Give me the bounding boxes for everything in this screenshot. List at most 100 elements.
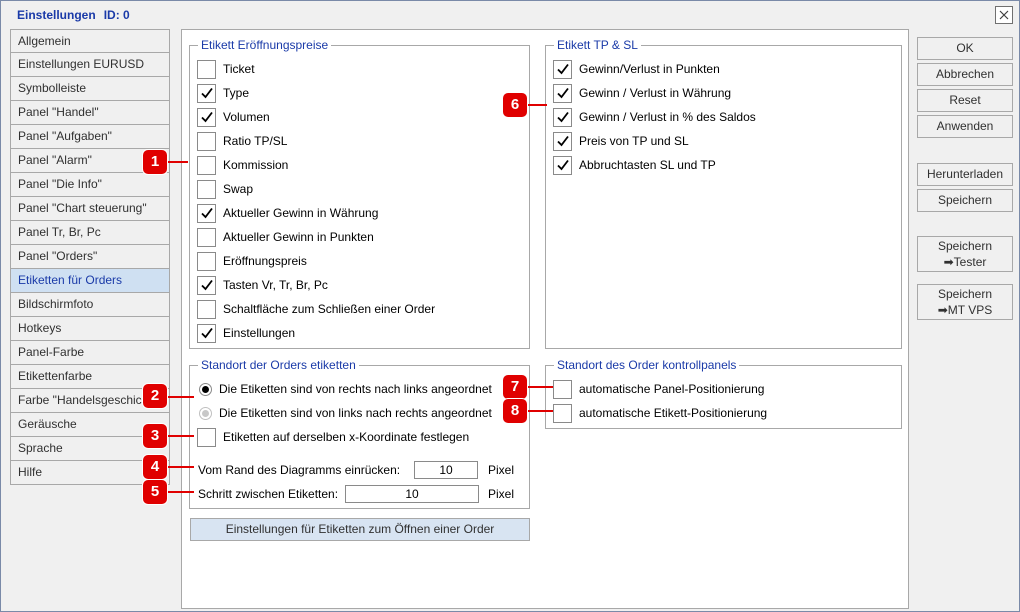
step-input[interactable]: 10 <box>345 485 479 503</box>
checkbox[interactable] <box>553 131 572 151</box>
radio-left-to-right-row[interactable]: Die Etiketten sind von links nach rechts… <box>199 403 492 423</box>
control-panel-location-group: Standort des Order kontrollpanels automa… <box>545 358 902 429</box>
sidebar-item[interactable]: Panel "Orders" <box>10 245 170 269</box>
checkbox-row[interactable]: Ticket <box>197 59 255 79</box>
opening-prices-legend: Etikett Eröffnungspreise <box>198 38 332 52</box>
checkbox-row[interactable]: Aktueller Gewinn in Punkten <box>197 227 374 247</box>
checkbox[interactable] <box>553 107 572 127</box>
checkbox[interactable] <box>197 59 216 79</box>
same-x-label: Etiketten auf derselben x-Koordinate fes… <box>223 430 470 444</box>
checkbox[interactable] <box>553 155 572 175</box>
checkbox[interactable] <box>197 323 216 343</box>
indent-unit: Pixel <box>488 463 515 477</box>
opening-prices-group: Etikett Eröffnungspreise Ticket Type Volum… <box>189 38 530 349</box>
checkbox[interactable] <box>197 179 216 199</box>
checkbox-row[interactable]: Aktueller Gewinn in Währung <box>197 203 378 223</box>
sidebar-item[interactable]: Panel "Die Info" <box>10 173 170 197</box>
callout-4-badge: 4 <box>143 455 167 479</box>
checkbox[interactable] <box>197 203 216 223</box>
checkbox[interactable] <box>197 227 216 247</box>
checkbox-row[interactable]: Gewinn / Verlust in Währung <box>553 83 731 103</box>
sidebar-item[interactable]: Hotkeys <box>10 317 170 341</box>
sidebar-item[interactable]: Panel Tr, Br, Pc <box>10 221 170 245</box>
callout-2-line <box>166 396 194 398</box>
indent-label: Vom Rand des Diagramms einrücken: <box>198 463 401 477</box>
cancel-button[interactable]: Abbrechen <box>917 63 1013 86</box>
checkbox-row[interactable]: Type <box>197 83 249 103</box>
open-order-label-settings-button[interactable]: Einstellungen für Etiketten zum Öffnen e… <box>190 518 530 541</box>
radio-right-to-left-row[interactable]: Die Etiketten sind von rechts nach links… <box>199 379 492 399</box>
checkbox[interactable] <box>197 155 216 175</box>
sidebar-item[interactable]: Panel "Handel" <box>10 101 170 125</box>
sidebar-item[interactable]: Allgemein <box>10 29 170 53</box>
checkbox-row[interactable]: Abbruchtasten SL und TP <box>553 155 716 175</box>
checkbox-label: Aktueller Gewinn in Punkten <box>223 230 374 244</box>
radio-left-to-right-label: Die Etiketten sind von links nach rechts… <box>219 406 492 420</box>
radio-right-to-left[interactable] <box>199 382 212 396</box>
checkbox-label: Tasten Vr, Tr, Br, Pc <box>223 278 328 292</box>
checkbox-row[interactable]: Tasten Vr, Tr, Br, Pc <box>197 275 328 295</box>
checkbox[interactable] <box>553 83 572 103</box>
checkbox[interactable] <box>197 275 216 295</box>
checkbox-label: Volumen <box>223 110 270 124</box>
sidebar-item[interactable]: Einstellungen EURUSD <box>10 53 170 77</box>
checkbox-row[interactable]: Preis von TP und SL <box>553 131 689 151</box>
indent-input[interactable]: 10 <box>414 461 478 479</box>
checkbox-row[interactable]: Kommission <box>197 155 288 175</box>
auto-label-row[interactable]: automatische Etikett-Positionierung <box>553 403 767 423</box>
same-x-checkbox[interactable] <box>197 427 216 447</box>
checkbox[interactable] <box>197 131 216 151</box>
checkbox-row[interactable]: Eröffnungspreis <box>197 251 307 271</box>
same-x-row[interactable]: Etiketten auf derselben x-Koordinate fes… <box>197 427 469 447</box>
auto-panel-checkbox[interactable] <box>553 379 572 399</box>
checkbox[interactable] <box>553 59 572 79</box>
checkbox-row[interactable]: Gewinn / Verlust in % des Saldos <box>553 107 756 127</box>
callout-5-line <box>166 491 194 493</box>
checkbox-label: Ratio TP/SL <box>223 134 288 148</box>
apply-button[interactable]: Anwenden <box>917 115 1013 138</box>
checkbox-label: Kommission <box>223 158 289 172</box>
sidebar-item[interactable]: Symbolleiste <box>10 77 170 101</box>
checkbox-label: Preis von TP und SL <box>579 134 689 148</box>
radio-left-to-right[interactable] <box>199 406 212 420</box>
sidebar-item[interactable]: Panel "Aufgaben" <box>10 125 170 149</box>
save-to-vps-line2: ➡MT VPS <box>937 303 993 317</box>
tp-sl-legend: Etikett TP & SL <box>554 38 641 52</box>
save-button[interactable]: Speichern <box>917 189 1013 212</box>
save-to-vps-button[interactable]: Speichern ➡MT VPS <box>917 284 1013 320</box>
checkbox[interactable] <box>197 299 216 319</box>
checkbox-row[interactable]: Ratio TP/SL <box>197 131 287 151</box>
checkbox-row[interactable]: Volumen <box>197 107 270 127</box>
callout-2-badge: 2 <box>143 384 167 408</box>
reset-button[interactable]: Reset <box>917 89 1013 112</box>
checkmark-icon <box>200 111 213 123</box>
checkmark-icon <box>556 111 569 123</box>
checkmark-icon <box>200 207 213 219</box>
checkmark-icon <box>556 87 569 99</box>
window-id: ID: 0 <box>103 8 130 22</box>
checkbox[interactable] <box>197 83 216 103</box>
window-title-text: Einstellungen <box>17 8 96 22</box>
callout-6-badge: 6 <box>503 93 527 117</box>
callout-7-badge: 7 <box>503 375 527 399</box>
checkbox-row[interactable]: Swap <box>197 179 253 199</box>
sidebar-item[interactable]: Panel-Farbe <box>10 341 170 365</box>
callout-8-badge: 8 <box>503 399 527 423</box>
checkbox-row[interactable]: Gewinn/Verlust in Punkten <box>553 59 720 79</box>
save-to-tester-button[interactable]: Speichern ➡Tester <box>917 236 1013 272</box>
save-to-tester-line1: Speichern <box>937 239 993 253</box>
checkbox-row[interactable]: Einstellungen <box>197 323 295 343</box>
auto-label-checkbox[interactable] <box>553 403 572 423</box>
checkbox[interactable] <box>197 107 216 127</box>
sidebar-item[interactable]: Etiketten für Orders <box>10 269 170 293</box>
checkbox[interactable] <box>197 251 216 271</box>
sidebar-item[interactable]: Bildschirmfoto <box>10 293 170 317</box>
step-unit: Pixel <box>488 487 515 501</box>
ok-button[interactable]: OK <box>917 37 1013 60</box>
checkbox-row[interactable]: Schaltfläche zum Schließen einer Order <box>197 299 435 319</box>
auto-panel-row[interactable]: automatische Panel-Positionierung <box>553 379 764 399</box>
download-button[interactable]: Herunterladen <box>917 163 1013 186</box>
sidebar-item[interactable]: Panel "Chart steuerung" <box>10 197 170 221</box>
checkbox-label: Gewinn / Verlust in % des Saldos <box>579 110 756 124</box>
close-button[interactable] <box>995 6 1013 24</box>
